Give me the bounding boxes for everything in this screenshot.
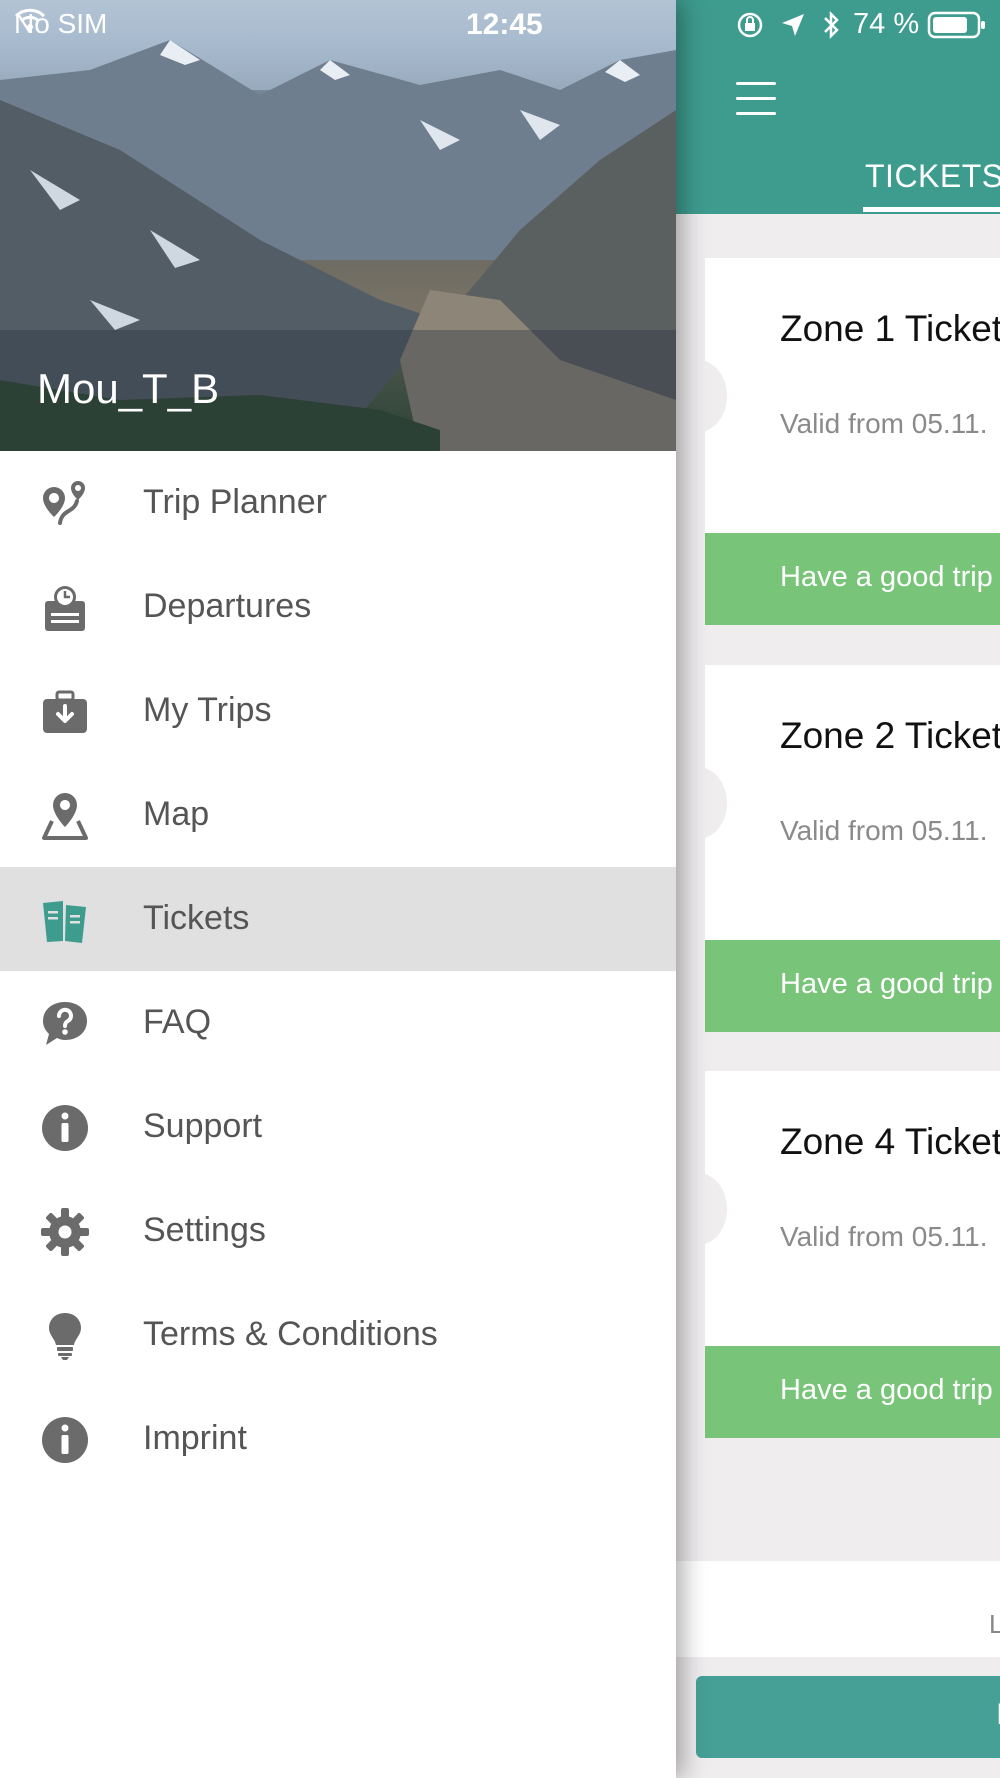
hamburger-menu-icon[interactable] [736,82,778,116]
clock-board-icon [45,586,85,631]
ticket-card-zone-1[interactable]: Zone 1 Ticket Valid from 05.11. Have a g… [705,258,1000,625]
menu-item-label: Trip Planner [143,483,327,521]
map-pin-icon [42,793,88,840]
menu-item-trip-planner[interactable]: Trip Planner [0,451,676,555]
orientation-lock-icon [737,12,763,38]
wifi-icon [14,8,46,30]
ticket-notch [705,1173,727,1245]
menu-item-map[interactable]: Map [0,763,676,867]
ticket-valid-from: Valid from 05.11. [780,815,988,846]
menu-item-my-trips[interactable]: My Trips [0,659,676,763]
gear-icon [41,1208,89,1256]
ticket-valid-from: Valid from 05.11. [780,408,988,439]
ticket-card-zone-2[interactable]: Zone 2 Ticket Valid from 05.11. Have a g… [705,665,1000,1032]
lightbulb-icon [49,1313,81,1360]
info-icon [42,1105,88,1151]
bottom-info-panel: L [676,1561,1000,1657]
question-bubble-icon [43,1002,87,1045]
battery-percent: 74 % [853,8,920,40]
menu-item-label: Settings [143,1211,266,1249]
status-bar-left: No SIM [14,8,107,40]
menu-item-support[interactable]: Support [0,1075,676,1179]
status-time: 12:45 [466,8,543,41]
menu-item-label: Tickets [143,899,250,937]
menu-item-imprint[interactable]: Imprint [0,1387,676,1491]
ticket-card-zone-4[interactable]: Zone 4 Ticket Valid from 05.11. Have a g… [705,1071,1000,1438]
ticket-footer: Have a good trip [705,533,1000,625]
ticket-title: Zone 1 Ticket [780,308,1000,349]
ticket-footer-text: Have a good trip [780,1374,993,1406]
bottom-action-button[interactable]: I [696,1676,1000,1758]
drawer-header: Mou_T_B No SIM 12:45 [0,0,676,451]
drawer-menu: Trip Planner Departures My Trips Map Tic… [0,451,676,1491]
username: Mou_T_B [37,365,220,412]
bluetooth-icon [824,10,839,40]
ticket-title: Zone 4 Ticket [780,1121,1000,1162]
navigation-drawer: Mou_T_B No SIM 12:45 Trip Planner Depart… [0,0,676,1778]
menu-item-label: Map [143,795,210,833]
menu-item-label: FAQ [143,1003,212,1041]
ticket-footer-text: Have a good trip [780,968,993,1000]
ticket-footer: Have a good trip [705,1346,1000,1438]
menu-item-faq[interactable]: FAQ [0,971,676,1075]
briefcase-download-icon [43,690,87,733]
tickets-icon [43,901,86,943]
ticket-footer: Have a good trip [705,940,1000,1032]
ticket-title: Zone 2 Ticket [780,715,1000,756]
menu-item-departures[interactable]: Departures [0,555,676,659]
location-arrow-icon [782,14,804,36]
tab-indicator [863,207,1000,212]
menu-item-label: Imprint [143,1419,247,1457]
ticket-notch [705,767,727,839]
ticket-notch [705,360,727,432]
bottom-panel-text: L [989,1609,1000,1639]
menu-item-label: Terms & Conditions [143,1315,438,1353]
menu-item-tickets[interactable]: Tickets [0,867,676,971]
bottom-action-label: I [996,1698,1000,1732]
menu-item-settings[interactable]: Settings [0,1179,676,1283]
menu-item-label: My Trips [143,691,272,729]
menu-item-terms[interactable]: Terms & Conditions [0,1283,676,1387]
main-app-panel: TICKETS 74 % Zone 1 Ticket Valid from 05… [676,0,1000,1778]
tab-tickets[interactable]: TICKETS [865,158,1000,195]
status-bar-right: 74 % [676,0,1000,50]
ticket-footer-text: Have a good trip [780,561,993,593]
battery-icon [927,11,985,39]
route-pin-icon [43,481,85,525]
menu-item-label: Support [143,1107,263,1145]
menu-item-label: Departures [143,587,312,625]
info-icon [42,1417,88,1463]
ticket-valid-from: Valid from 05.11. [780,1221,988,1252]
